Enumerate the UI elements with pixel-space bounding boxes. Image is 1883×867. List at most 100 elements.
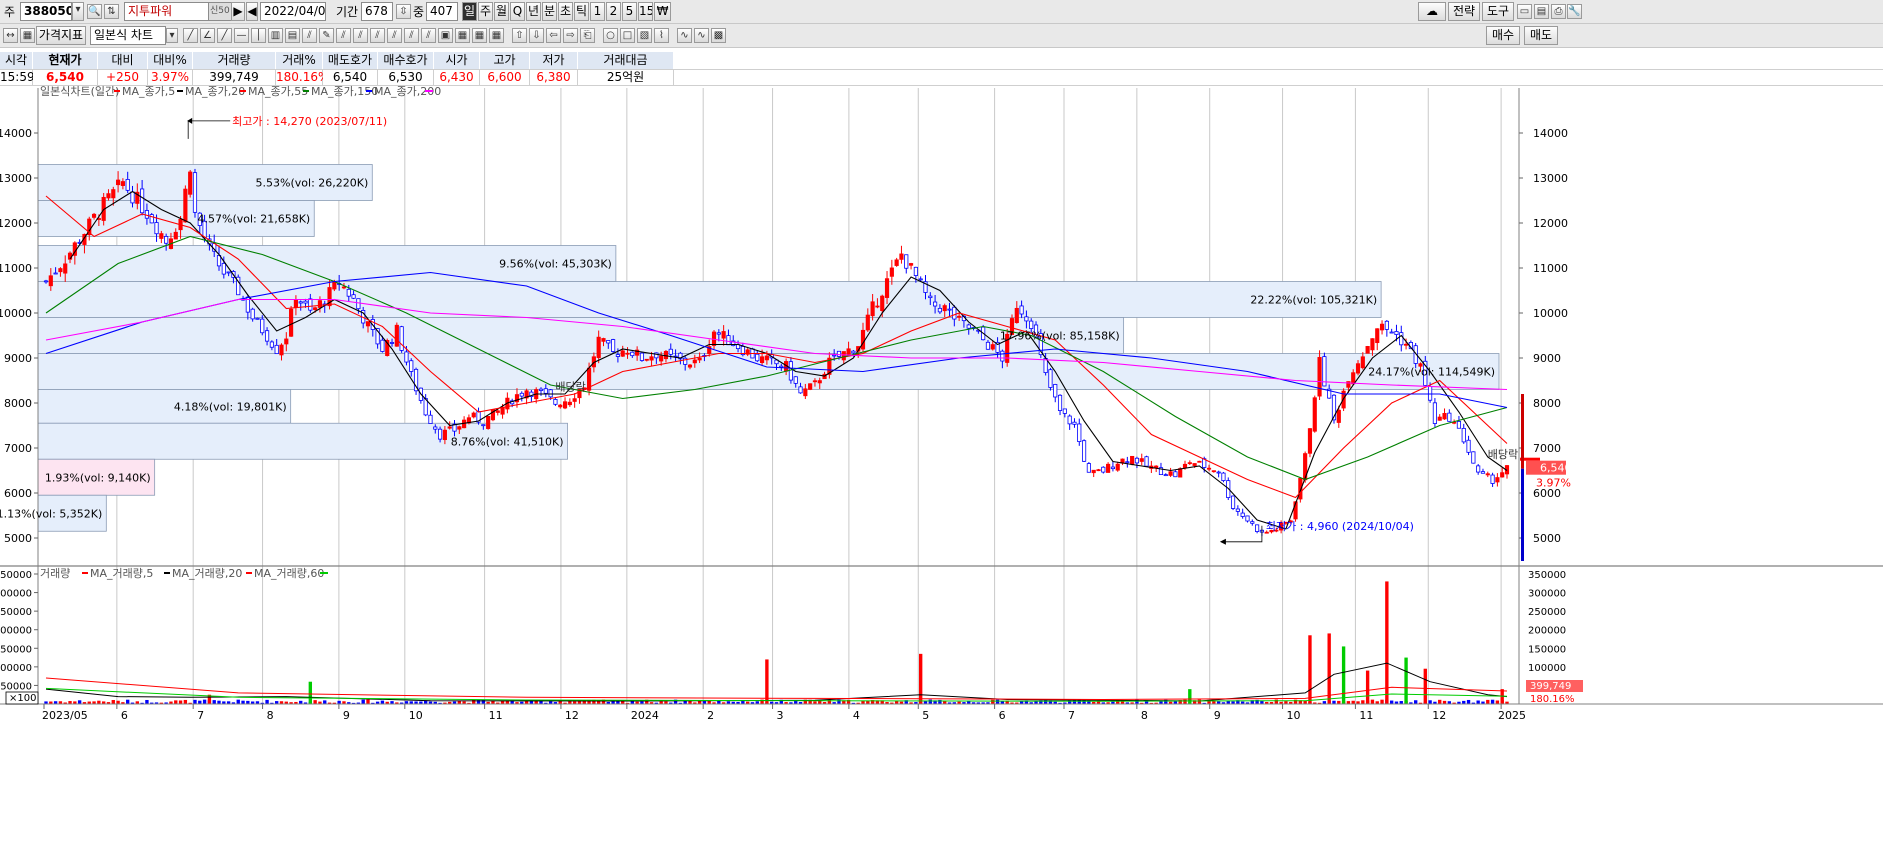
left-vol-tick-label: 200000: [0, 626, 32, 637]
candle-body: [495, 410, 500, 413]
right-vol-tick-label: 200000: [1528, 626, 1566, 637]
volume-bar: [1486, 699, 1490, 704]
candle-body: [116, 179, 121, 186]
left-y-tick-label: 11000: [0, 262, 32, 275]
candle-body: [308, 298, 313, 311]
volume-legend-title: 거래량: [40, 567, 70, 580]
candle-body: [409, 360, 414, 372]
candle-body: [687, 364, 693, 368]
candle-body: [313, 307, 318, 310]
x-tick-label: 9: [1214, 709, 1221, 722]
current-volume-tag: 399,749: [1530, 681, 1571, 692]
candle-body: [1375, 328, 1380, 344]
volume-bar: [1466, 699, 1471, 704]
candle-body: [438, 428, 443, 440]
x-tick-label: 11: [489, 709, 503, 722]
candle-body: [1495, 477, 1500, 483]
volume-bar: [1380, 699, 1384, 704]
candle-body: [625, 352, 630, 355]
candle-body: [1067, 415, 1072, 425]
volume-bar: [1495, 700, 1500, 704]
stock-chart[interactable]: 2023/05 6 7 8 9 10 11 12 2024 2 3 4 5 6 7 8 9 10 11 12 2025 5…: [0, 0, 1883, 867]
candle-body: [159, 233, 164, 239]
volume-bar: [1428, 700, 1432, 704]
x-tick-label: 7: [197, 709, 204, 722]
candle-body: [144, 210, 150, 219]
candle-body: [260, 318, 265, 334]
candle-body: [716, 332, 721, 335]
volume-bar: [313, 700, 317, 704]
volume-bar: [1389, 700, 1394, 704]
candle-body: [1399, 332, 1404, 346]
volume-bar: [991, 699, 995, 704]
volume-profile-label: 17.96%(vol: 85,158K): [1000, 330, 1120, 343]
candle-body: [317, 300, 323, 308]
candle-body: [1211, 470, 1216, 473]
candle-body: [293, 299, 298, 308]
candle-body: [289, 308, 294, 337]
candle-body: [659, 355, 664, 362]
candle-body: [606, 340, 611, 344]
candle-body: [1130, 455, 1135, 465]
current-price-tag: 6,540: [1540, 462, 1572, 475]
level-bar-down: [1521, 468, 1524, 561]
x-tick-label: 8: [267, 709, 274, 722]
left-vol-tick-label: 300000: [0, 589, 32, 600]
left-y-tick-label: 5000: [4, 532, 32, 545]
volume-bar: [77, 700, 82, 704]
volume-bar: [928, 699, 932, 704]
x-tick-label: 4: [853, 709, 860, 722]
volume-bar: [323, 700, 327, 704]
candle-body: [558, 404, 563, 408]
candle-body: [1057, 394, 1063, 411]
left-y-tick-label: 12000: [0, 217, 32, 230]
candle-body: [870, 301, 875, 317]
high-annotation: 최고가 : 14,270 (2023/07/11): [232, 115, 387, 128]
left-vol-tick-label: 150000: [0, 644, 32, 655]
candle-body: [471, 412, 476, 418]
candle-body: [812, 380, 818, 383]
candle-body: [303, 300, 308, 304]
candle-body: [140, 188, 145, 214]
right-y-tick-label: 13000: [1533, 172, 1568, 185]
candle-body: [1394, 331, 1399, 335]
candle-body: [394, 324, 399, 347]
right-y-tick-label: 14000: [1533, 127, 1568, 140]
candle-body: [615, 354, 620, 357]
candle-body: [120, 181, 125, 186]
candle-body: [500, 407, 505, 415]
candle-body: [1456, 421, 1462, 429]
volume-bar: [236, 699, 240, 704]
candle-body: [43, 280, 49, 283]
candle-body: [601, 338, 606, 342]
left-vol-tick-label: 50000: [0, 681, 32, 692]
candle-body: [1403, 343, 1409, 346]
candle-body: [1485, 473, 1490, 476]
candle-body: [1178, 468, 1183, 478]
candle-body: [1077, 423, 1082, 442]
candle-body: [356, 298, 361, 310]
volume-spike: [1327, 633, 1331, 704]
candle-body: [1307, 428, 1313, 454]
candle-body: [1134, 457, 1140, 464]
candle-body: [1476, 465, 1481, 473]
candle-body: [1091, 469, 1096, 474]
candle-body: [284, 338, 289, 345]
volume-profile-label: 4.57%(vol: 21,658K): [198, 213, 311, 226]
x-tick-label: 3: [777, 709, 784, 722]
x-tick-label: 2024: [631, 709, 659, 722]
right-y-tick-label: 7000: [1533, 442, 1561, 455]
right-y-tick-label: 5000: [1533, 532, 1561, 545]
current-volume-percent: 180.16%: [1530, 694, 1575, 705]
candle-body: [1096, 469, 1101, 472]
candle-body: [933, 301, 938, 307]
candle-body: [947, 308, 952, 311]
candle-body: [985, 341, 991, 350]
candle-body: [1106, 463, 1111, 473]
left-y-tick-label: 13000: [0, 172, 32, 185]
candle-body: [721, 331, 726, 339]
candle-body: [918, 278, 923, 281]
candle-body: [399, 326, 404, 351]
candle-body: [1442, 412, 1447, 420]
candle-body: [894, 259, 899, 266]
